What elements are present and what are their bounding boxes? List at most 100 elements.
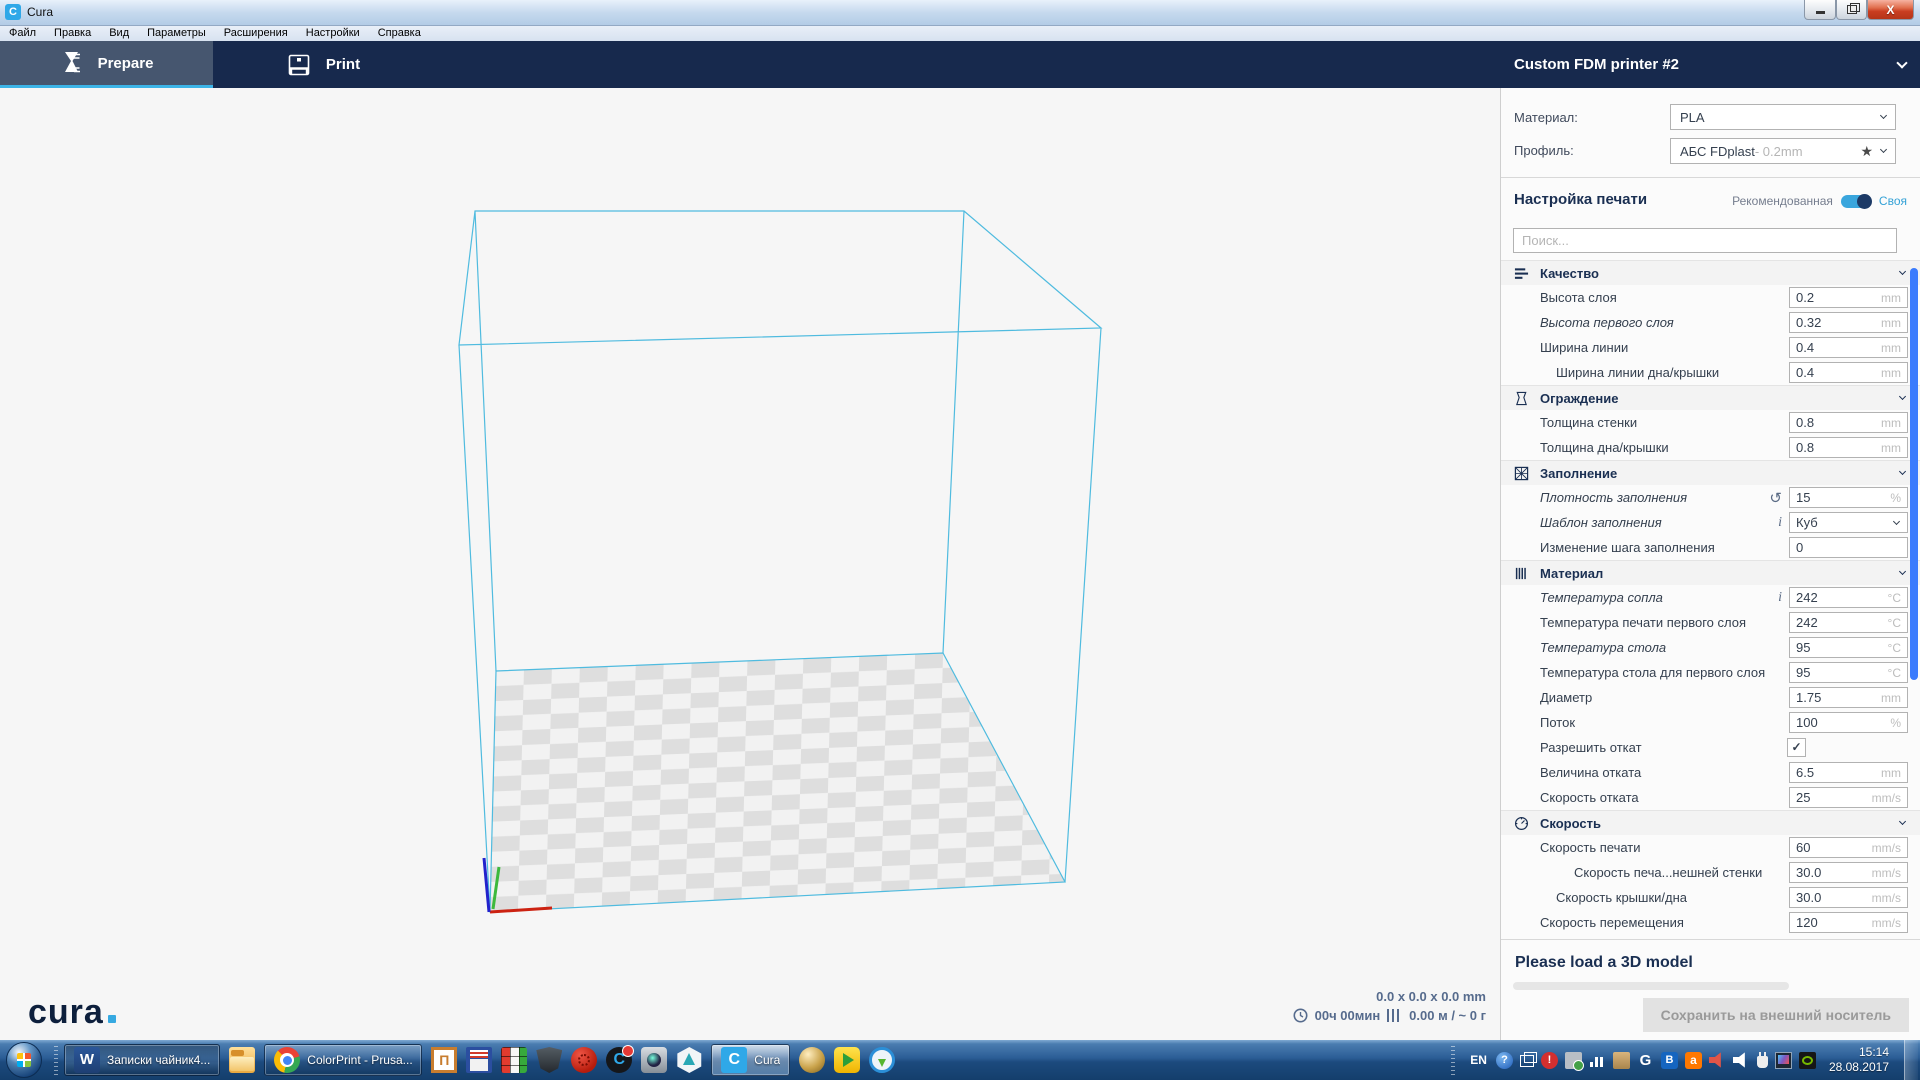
setting-value: 0.4: [1796, 340, 1881, 355]
setting-row-температура-стола-для-первого-слоя: Температура стола для первого слоя95°C: [1501, 660, 1920, 685]
setting-row-скорость-печати: Скорость печати60mm/s: [1501, 835, 1920, 860]
setting-value-field[interactable]: 0.32mm: [1789, 312, 1908, 333]
info-icon[interactable]: i: [1778, 515, 1782, 531]
menu-item-настройки[interactable]: Настройки: [297, 26, 369, 41]
setting-value-field[interactable]: 0.4mm: [1789, 362, 1908, 383]
usb-tray-icon[interactable]: [1565, 1052, 1582, 1069]
menu-item-правка[interactable]: Правка: [45, 26, 100, 41]
nvidia-tray-icon[interactable]: [1799, 1052, 1816, 1069]
menu-item-параметры[interactable]: Параметры: [138, 26, 215, 41]
plug-tray-icon[interactable]: [1757, 1056, 1768, 1068]
settings-category-качество[interactable]: Качество: [1501, 260, 1920, 285]
reset-icon[interactable]: ↺: [1769, 489, 1782, 507]
golden-button[interactable]: [799, 1047, 825, 1073]
signal-tray-icon[interactable]: [1589, 1052, 1606, 1069]
windows-taskbar: WЗаписки чайник4... ColorPrint - Prusa...…: [0, 1040, 1920, 1080]
menu-item-файл[interactable]: Файл: [0, 26, 45, 41]
start-button[interactable]: [6, 1042, 42, 1078]
g-tray-icon[interactable]: G: [1637, 1052, 1654, 1069]
setting-value-field[interactable]: 0.8mm: [1789, 437, 1908, 458]
viewport-3d[interactable]: cura 0.0 x 0.0 x 0.0 mm 00ч 00мин 0.00 м…: [0, 88, 1500, 1040]
setting-label: Диаметр: [1540, 690, 1789, 705]
setting-value-field[interactable]: 30.0mm/s: [1789, 887, 1908, 908]
setting-value-field[interactable]: 0.8mm: [1789, 412, 1908, 433]
setting-unit: %: [1890, 716, 1901, 730]
material-icon: [1514, 565, 1531, 581]
p-app-button[interactable]: П: [431, 1047, 457, 1073]
setting-value: 0.8: [1796, 415, 1881, 430]
setting-value-field[interactable]: 0.4mm: [1789, 337, 1908, 358]
download-button[interactable]: [869, 1047, 895, 1073]
setup-mode-toggle[interactable]: [1841, 195, 1871, 208]
setting-value: 30.0: [1796, 890, 1872, 905]
speaker-red-tray-icon[interactable]: [1709, 1052, 1726, 1069]
taskbar-window-label: Записки чайник4...: [107, 1053, 210, 1067]
setting-value-field[interactable]: 60mm/s: [1789, 837, 1908, 858]
setting-value-field[interactable]: 95°C: [1789, 637, 1908, 658]
hexagon-button[interactable]: [676, 1047, 702, 1073]
setting-value-field[interactable]: 6.5mm: [1789, 762, 1908, 783]
settings-category-заполнение[interactable]: Заполнение: [1501, 460, 1920, 485]
printer-selector[interactable]: Custom FDM printer #2: [1500, 41, 1920, 88]
cura-app-icon: C: [5, 4, 21, 20]
recommended-label[interactable]: Рекомендованная: [1732, 194, 1833, 208]
setting-value-field[interactable]: 100%: [1789, 712, 1908, 733]
setting-value-field[interactable]: 242°C: [1789, 587, 1908, 608]
custom-label[interactable]: Своя: [1879, 194, 1907, 208]
restore-tray-icon[interactable]: [1520, 1055, 1534, 1067]
display-tray-icon[interactable]: [1775, 1052, 1792, 1069]
menu-item-расширения[interactable]: Расширения: [215, 26, 297, 41]
camera-button[interactable]: [641, 1047, 667, 1073]
info-icon[interactable]: i: [1778, 590, 1782, 606]
search-input[interactable]: [1513, 228, 1897, 253]
settings-category-скорость[interactable]: Скорость: [1501, 810, 1920, 835]
setting-value-field[interactable]: 15%: [1789, 487, 1908, 508]
language-indicator[interactable]: EN: [1470, 1053, 1487, 1067]
tab-prepare[interactable]: Prepare: [0, 41, 213, 88]
setting-checkbox[interactable]: ✓: [1787, 738, 1806, 757]
rubik-app-button[interactable]: [501, 1047, 527, 1073]
red-gear-button[interactable]: [571, 1047, 597, 1073]
floppy-app-button[interactable]: [466, 1047, 492, 1073]
close-button[interactable]: X: [1867, 0, 1914, 20]
speaker-tray-icon[interactable]: [1733, 1052, 1750, 1069]
settings-category-материал[interactable]: Материал: [1501, 560, 1920, 585]
setting-value-field[interactable]: 242°C: [1789, 612, 1908, 633]
minimize-button[interactable]: [1804, 0, 1836, 20]
chevron-down-icon: [1899, 468, 1906, 475]
menu-item-вид[interactable]: Вид: [100, 26, 138, 41]
settings-category-ограждение[interactable]: Ограждение: [1501, 385, 1920, 410]
bt-tray-icon[interactable]: B: [1661, 1052, 1678, 1069]
setting-value-field[interactable]: 30.0mm/s: [1789, 862, 1908, 883]
setting-value-field[interactable]: 25mm/s: [1789, 787, 1908, 808]
tab-print[interactable]: Print: [213, 41, 433, 88]
setting-value-field[interactable]: 120mm/s: [1789, 912, 1908, 933]
play-button[interactable]: [834, 1047, 860, 1073]
explorer-button[interactable]: [229, 1047, 255, 1073]
save-to-removable-button[interactable]: Сохранить на внешний носитель: [1643, 998, 1909, 1032]
chevron-down-icon: [1880, 146, 1887, 153]
setting-dropdown[interactable]: Куб: [1789, 512, 1908, 533]
setting-value-field[interactable]: 95°C: [1789, 662, 1908, 683]
help-tray-icon[interactable]: ?: [1496, 1052, 1513, 1069]
show-desktop-button[interactable]: [1904, 1040, 1918, 1080]
menu-item-справка[interactable]: Справка: [369, 26, 430, 41]
setting-value-field[interactable]: 0.2mm: [1789, 287, 1908, 308]
clock[interactable]: 15:14 28.08.2017: [1829, 1045, 1889, 1075]
material-dropdown[interactable]: PLA: [1670, 104, 1896, 130]
avast-tray-icon[interactable]: a: [1685, 1052, 1702, 1069]
setting-unit: mm: [1881, 341, 1901, 355]
tank-shield-button[interactable]: [536, 1047, 562, 1073]
taskbar-items: WЗаписки чайник4... ColorPrint - Prusa...…: [64, 1044, 895, 1076]
scrollbar[interactable]: [1910, 268, 1918, 680]
profile-dropdown[interactable]: АБС FDplast - 0.2mm ★: [1670, 138, 1896, 164]
word-window-button[interactable]: WЗаписки чайник4...: [64, 1044, 220, 1076]
setting-value-field[interactable]: 0: [1789, 537, 1908, 558]
cura-window-button[interactable]: CCura: [711, 1044, 790, 1076]
chrome-window-button[interactable]: ColorPrint - Prusa...: [264, 1044, 422, 1076]
alert-tray-icon[interactable]: !: [1541, 1052, 1558, 1069]
setting-value-field[interactable]: 1.75mm: [1789, 687, 1908, 708]
dark-c-button[interactable]: C: [606, 1047, 632, 1073]
restore-button[interactable]: [1836, 0, 1867, 20]
package-tray-icon[interactable]: [1613, 1052, 1630, 1069]
